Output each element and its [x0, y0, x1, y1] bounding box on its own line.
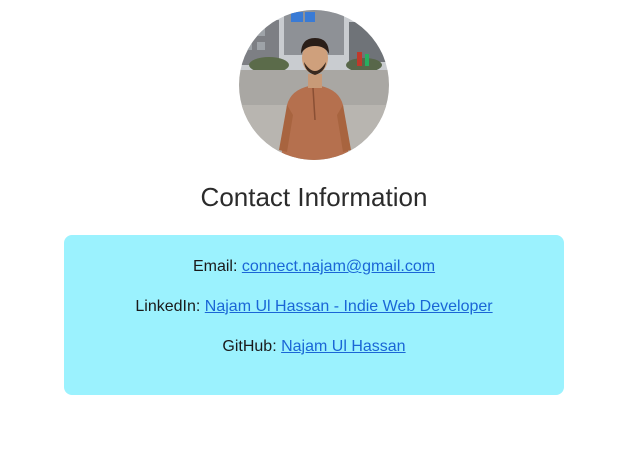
profile-photo-image — [239, 10, 389, 160]
page-title: Contact Information — [200, 182, 428, 212]
contact-row-email: Email: connect.najam@gmail.com — [64, 256, 564, 278]
contact-card: Email: connect.najam@gmail.com LinkedIn:… — [64, 235, 564, 395]
email-link[interactable]: connect.najam@gmail.com — [242, 258, 435, 275]
github-link[interactable]: Najam Ul Hassan — [281, 338, 405, 355]
email-label: Email: — [192, 258, 242, 275]
contact-row-linkedin: LinkedIn: Najam Ul Hassan - Indie Web De… — [64, 296, 564, 318]
linkedin-link[interactable]: Najam Ul Hassan - Indie Web Developer — [205, 298, 493, 315]
linkedin-label: LinkedIn: — [135, 298, 205, 315]
contact-page: Contact Information Email: connect.najam… — [0, 0, 620, 450]
profile-avatar — [239, 10, 389, 160]
contact-row-github: GitHub: Najam Ul Hassan — [64, 336, 564, 358]
github-label: GitHub: — [222, 338, 282, 355]
